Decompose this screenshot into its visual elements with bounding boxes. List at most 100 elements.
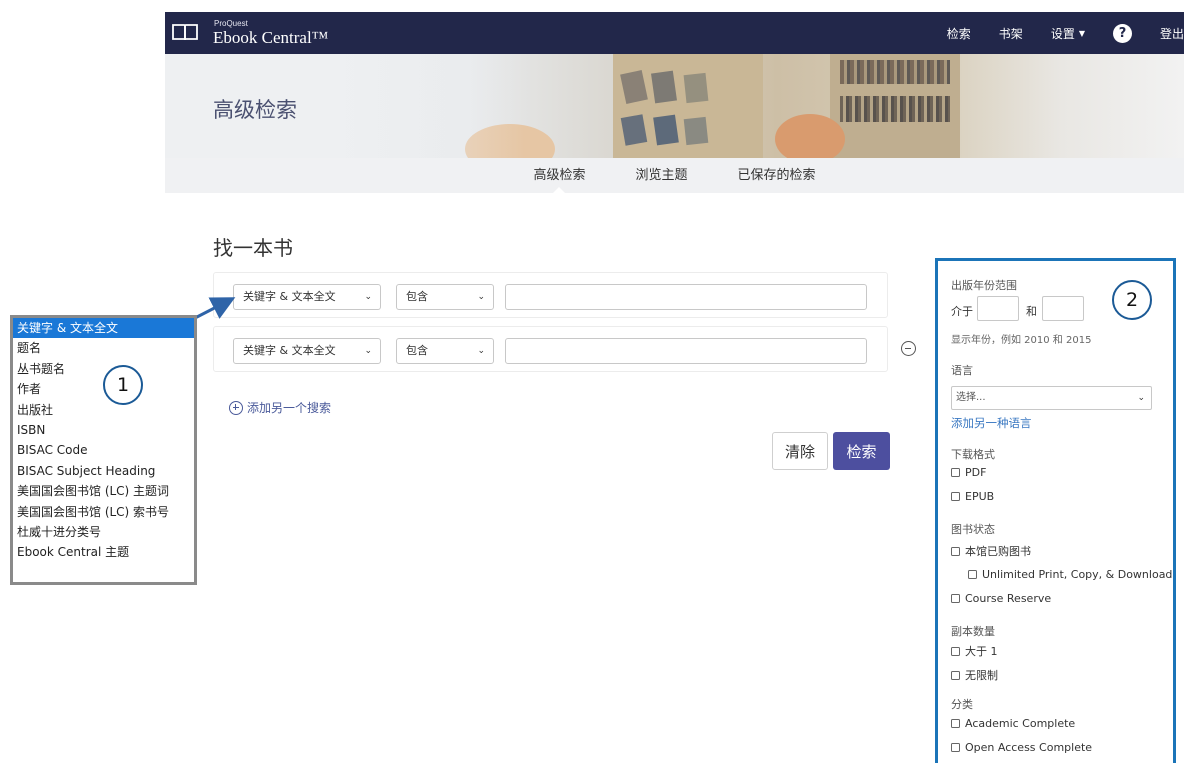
banner-book [620,114,648,146]
checkbox-icon [951,594,960,603]
checkbox-label: Academic Complete [965,717,1076,730]
operator-select-value: 包含 [406,344,428,357]
dropdown-option[interactable]: 丛书题名 [13,359,194,379]
checkbox-icon [951,546,960,556]
nav-bookshelf-link[interactable]: 书架 [999,25,1023,42]
dropdown-option[interactable]: ISBN [13,420,194,440]
year-range-label: 出版年份范围 [951,279,1017,292]
chevron-down-icon: ⌄ [364,292,372,302]
clear-button[interactable]: 清除 [772,432,828,470]
checkbox-label: Course Reserve [965,592,1052,605]
search-term-input-1[interactable] [505,284,867,310]
nav-settings-menu[interactable]: 设置 ▼ [1051,25,1085,42]
operator-select-1[interactable]: 包含 ⌄ [396,284,494,310]
open-book-icon [172,24,198,41]
dropdown-option[interactable]: 题名 [13,338,194,358]
banner-book [683,72,709,104]
copies-label: 副本数量 [951,625,995,638]
format-label: 下载格式 [951,448,995,461]
field-select-2[interactable]: 关键字 & 文本全文 ⌄ [233,338,381,364]
operator-select-value: 包含 [406,290,428,303]
search-term-input-2[interactable] [505,338,867,364]
dropdown-option[interactable]: 关键字 & 文本全文 [13,318,194,339]
checkbox-label: EPUB [965,490,995,503]
field-dropdown-list: 关键字 & 文本全文 题名 丛书题名 作者 出版社 ISBN BISAC Cod… [10,315,197,585]
checkbox-icon [951,468,960,477]
page-banner: 高级检索 [165,54,1184,158]
status-owned-checkbox[interactable]: 本馆已购图书 [951,543,1031,559]
dropdown-option[interactable]: Ebook Central 主题 [13,542,194,562]
category-open-access-checkbox[interactable]: Open Access Complete [951,741,1092,754]
search-button[interactable]: 检索 [833,432,890,470]
callout-number-1: 1 [103,365,143,405]
nav-logout-link[interactable]: 登出 [1160,25,1184,42]
checkbox-icon [951,670,960,680]
language-select[interactable]: 选择... ⌄ [951,386,1152,410]
format-pdf-checkbox[interactable]: PDF [951,466,986,479]
format-epub-checkbox[interactable]: EPUB [951,490,994,503]
language-label: 语言 [951,364,973,377]
dropdown-option[interactable]: 美国国会图书馆 (LC) 主题词 [13,481,194,501]
checkbox-label: Unlimited Print, Copy, & Download [982,568,1173,581]
dropdown-option[interactable]: BISAC Code [13,440,194,460]
checkbox-label: Open Access Complete [965,741,1093,754]
copies-more-than-one-checkbox[interactable]: 大于 1 [951,643,998,659]
sub-navigation: 高级检索 浏览主题 已保存的检索 [165,158,1184,193]
dropdown-option[interactable]: 美国国会图书馆 (LC) 索书号 [13,502,194,522]
banner-book [653,114,679,146]
add-language-link[interactable]: 添加另一种语言 [951,415,1032,431]
chevron-down-icon: ⌄ [477,346,485,356]
caret-down-icon: ▼ [1078,28,1085,38]
year-and-label: 和 [1026,305,1037,318]
tab-advanced-search[interactable]: 高级检索 [533,158,585,193]
tab-browse-subjects[interactable]: 浏览主题 [635,158,687,193]
add-search-label: 添加另一个搜索 [247,401,332,415]
status-unlimited-checkbox[interactable]: Unlimited Print, Copy, & Download [968,568,1172,581]
chevron-down-icon: ⌄ [1137,393,1145,403]
search-row-1: 关键字 & 文本全文 ⌄ 包含 ⌄ [213,272,888,318]
top-links: 检索 书架 设置 ▼ ? 登出 [919,12,1184,54]
checkbox-icon [951,492,960,501]
chevron-down-icon: ⌄ [477,292,485,302]
language-select-value: 选择... [956,392,986,403]
copies-unlimited-checkbox[interactable]: 无限制 [951,667,998,683]
book-status-label: 图书状态 [951,523,995,536]
checkbox-icon [968,570,977,579]
checkbox-label: 无限制 [965,669,998,682]
checkbox-label: PDF [965,466,987,479]
checkbox-icon [951,719,960,728]
category-label: 分类 [951,698,973,711]
add-search-row-link[interactable]: 添加另一个搜索 [229,399,331,416]
form-heading: 找一本书 [213,236,293,260]
category-academic-checkbox[interactable]: Academic Complete [951,717,1075,730]
banner-book [651,70,677,104]
filter-panel: 出版年份范围 介于 和 显示年份，例如 2010 和 2015 语言 选择...… [935,258,1176,763]
dropdown-option[interactable]: 出版社 [13,400,194,420]
page-title: 高级检索 [213,98,297,122]
help-icon: ? [1112,23,1132,43]
plus-circle-icon [229,400,243,415]
banner-chair [775,114,845,158]
nav-help-link[interactable]: ? [1112,23,1132,43]
nav-search-link[interactable]: 检索 [947,25,971,42]
top-navigation-bar: ProQuest Ebook Central™ 检索 书架 设置 ▼ ? 登出 [165,12,1184,54]
field-select-value: 关键字 & 文本全文 [243,290,336,303]
operator-select-2[interactable]: 包含 ⌄ [396,338,494,364]
year-between-label: 介于 [951,305,973,318]
tab-saved-searches[interactable]: 已保存的检索 [738,158,816,193]
status-course-reserve-checkbox[interactable]: Course Reserve [951,592,1051,605]
callout-number-2: 2 [1112,280,1152,320]
year-from-input[interactable] [977,296,1019,321]
year-to-input[interactable] [1042,296,1084,321]
nav-settings-label: 设置 [1050,26,1075,41]
search-row-2: 关键字 & 文本全文 ⌄ 包含 ⌄ [213,326,888,372]
year-hint: 显示年份，例如 2010 和 2015 [951,335,1092,346]
field-select-1[interactable]: 关键字 & 文本全文 ⌄ [233,284,381,310]
remove-row-icon[interactable] [901,341,916,356]
dropdown-option[interactable]: 杜威十进分类号 [13,522,194,542]
brand-product[interactable]: Ebook Central™ [213,28,328,48]
dropdown-option[interactable]: BISAC Subject Heading [13,461,194,481]
brand-company: ProQuest [214,19,248,28]
banner-book-row [840,60,950,84]
banner-book-row [840,96,950,122]
